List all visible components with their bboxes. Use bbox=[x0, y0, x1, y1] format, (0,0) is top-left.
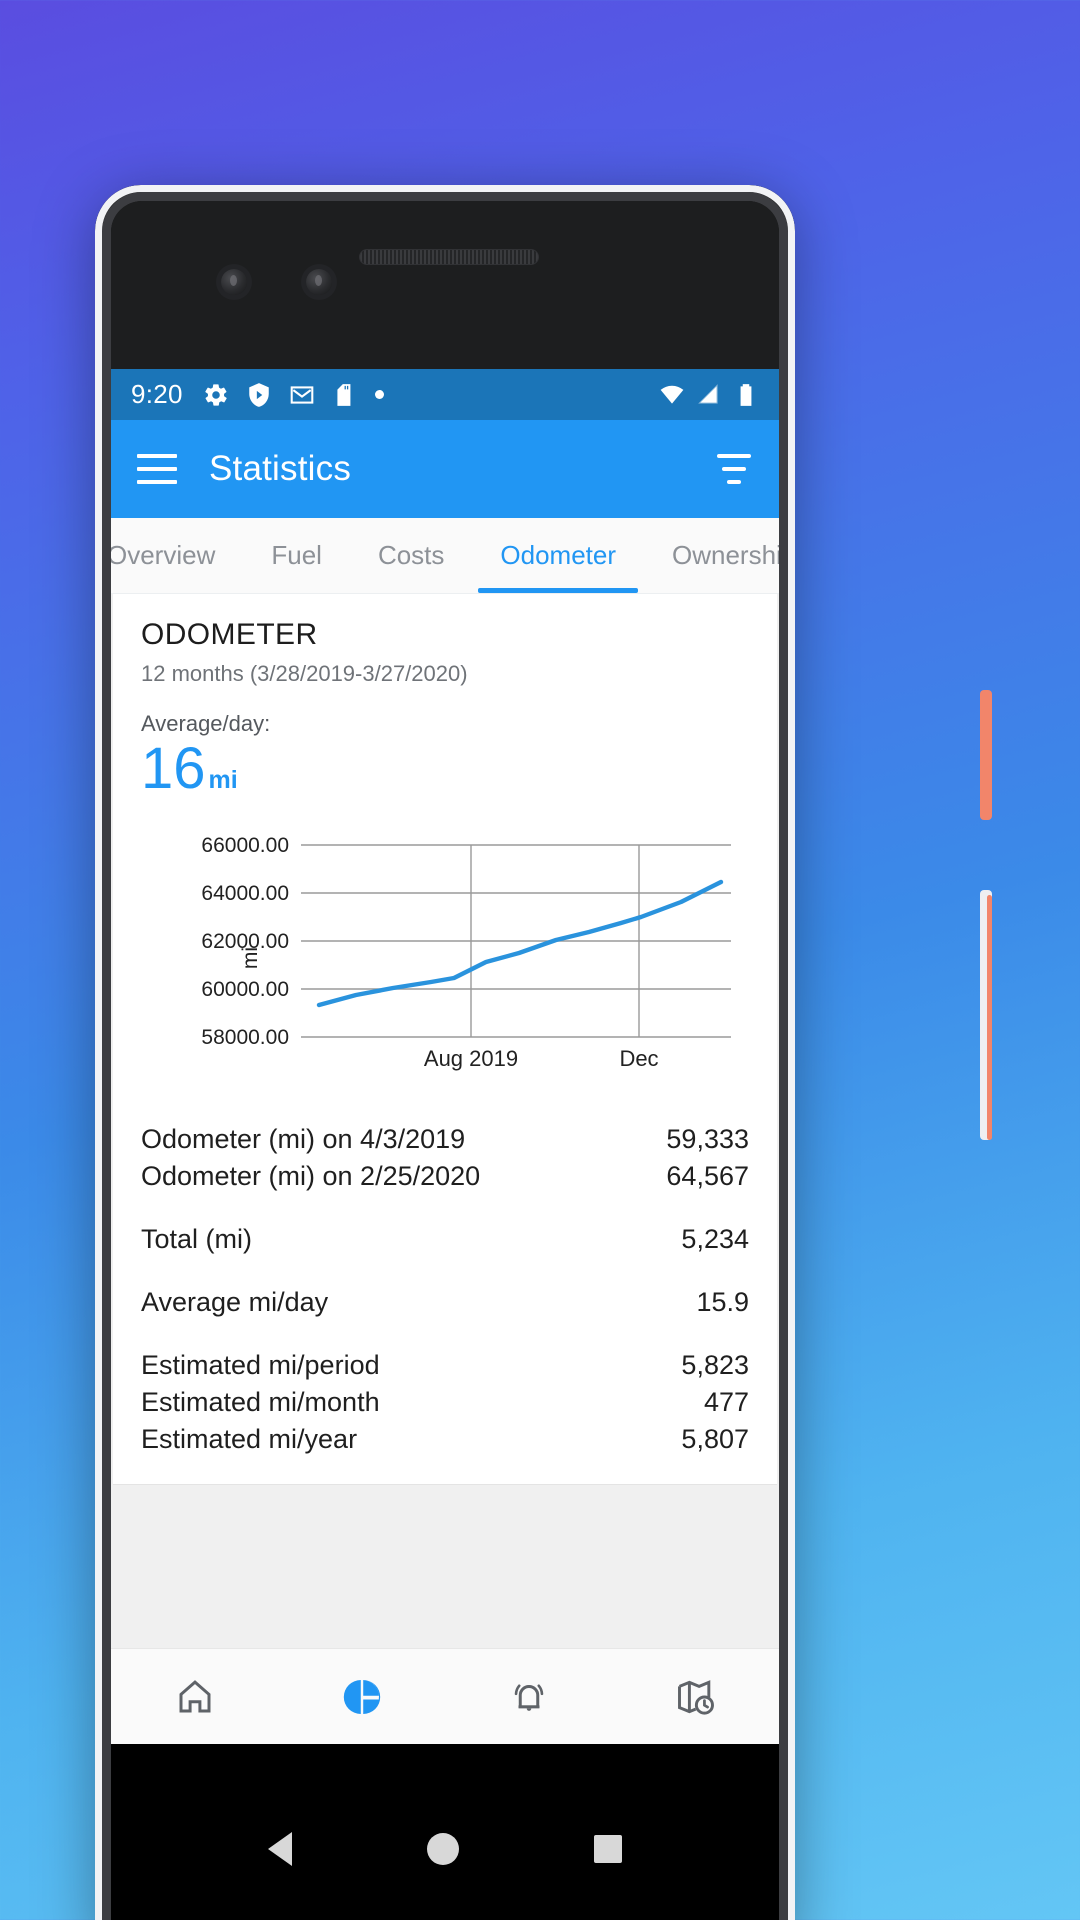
content-spacer bbox=[111, 1484, 779, 1605]
stat-row: Estimated mi/period 5,823 bbox=[141, 1347, 749, 1384]
side-element-orange-bottom bbox=[987, 895, 992, 1140]
front-camera-secondary-icon bbox=[306, 269, 332, 295]
y-tick-58000: 58000.00 bbox=[201, 1026, 289, 1049]
phone-screen: 9:20 Statistics Overview Fuel Costs Odom… bbox=[111, 369, 779, 1744]
stat-value: 64,567 bbox=[666, 1160, 749, 1191]
status-bar-clock: 9:20 bbox=[131, 379, 183, 409]
tab-costs[interactable]: Costs bbox=[350, 518, 472, 593]
tab-label: Odometer bbox=[500, 540, 617, 570]
statistics-pie-icon bbox=[343, 1679, 380, 1714]
stat-row: Average mi/day 15.9 bbox=[141, 1284, 749, 1321]
odometer-card: ODOMETER 12 months (3/28/2019-3/27/2020)… bbox=[113, 594, 777, 1485]
filter-icon[interactable] bbox=[715, 454, 753, 484]
average-per-day-label: Average/day: bbox=[141, 711, 271, 736]
tab-ownership[interactable]: Ownership bbox=[644, 518, 779, 593]
status-bar: 9:20 bbox=[111, 369, 779, 420]
nav-item-home[interactable] bbox=[111, 1676, 278, 1718]
odometer-chart: 66000.00 64000.00 62000.00 60000.00 5800… bbox=[141, 830, 749, 1095]
wifi-icon bbox=[660, 385, 684, 404]
stat-value: 5,823 bbox=[681, 1349, 749, 1380]
odometer-line-chart: 66000.00 64000.00 62000.00 60000.00 5800… bbox=[201, 834, 731, 1071]
stats-group-odometer-readings: Odometer (mi) on 4/3/2019 59,333 Odomete… bbox=[141, 1121, 749, 1195]
gmail-icon bbox=[290, 385, 314, 404]
earpiece-speaker bbox=[359, 249, 539, 265]
stat-value: 477 bbox=[703, 1386, 749, 1417]
bottom-navigation-bar bbox=[111, 1648, 779, 1744]
y-tick-66000: 66000.00 bbox=[201, 834, 289, 857]
y-tick-60000: 60000.00 bbox=[201, 978, 289, 1001]
stat-label: Estimated mi/month bbox=[141, 1386, 380, 1417]
stat-row: Odometer (mi) on 2/25/2020 64,567 bbox=[141, 1158, 749, 1195]
average-per-day-value: 16 bbox=[141, 736, 206, 801]
stat-label: Average mi/day bbox=[141, 1286, 329, 1317]
x-tick-aug-2019: Aug 2019 bbox=[424, 1046, 518, 1071]
hamburger-menu-icon[interactable] bbox=[137, 454, 177, 484]
recents-button[interactable] bbox=[593, 1835, 622, 1863]
tab-bar: Overview Fuel Costs Odometer Ownership bbox=[111, 518, 779, 594]
stats-group-average: Average mi/day 15.9 bbox=[141, 1284, 749, 1321]
stat-label: Total (mi) bbox=[141, 1223, 253, 1254]
stat-row: Total (mi) 5,234 bbox=[141, 1221, 749, 1258]
stat-value: 15.9 bbox=[696, 1286, 749, 1317]
stat-value: 59,333 bbox=[666, 1123, 749, 1154]
content-area: ODOMETER 12 months (3/28/2019-3/27/2020)… bbox=[111, 594, 779, 1744]
nav-item-statistics[interactable] bbox=[278, 1676, 445, 1718]
odometer-series-line bbox=[316, 879, 724, 1008]
home-icon bbox=[179, 1679, 210, 1712]
stat-row: Odometer (mi) on 4/3/2019 59,333 bbox=[141, 1121, 749, 1158]
page-title: Statistics bbox=[209, 449, 352, 488]
battery-icon bbox=[740, 383, 752, 406]
stat-row: Estimated mi/month 477 bbox=[141, 1384, 749, 1421]
stat-row: Estimated mi/year 5,807 bbox=[141, 1421, 749, 1458]
dot-icon bbox=[374, 390, 384, 399]
side-element-orange-top bbox=[980, 690, 992, 820]
gear-icon bbox=[205, 383, 227, 406]
tab-odometer[interactable]: Odometer bbox=[472, 518, 644, 593]
stat-value: 5,234 bbox=[681, 1223, 749, 1254]
phone-mockup: 9:20 Statistics Overview Fuel Costs Odom… bbox=[95, 185, 795, 1920]
front-camera-icon bbox=[221, 269, 247, 295]
stat-value: 5,807 bbox=[681, 1423, 749, 1454]
tab-fuel[interactable]: Fuel bbox=[243, 518, 350, 593]
phone-top-bezel bbox=[111, 201, 779, 369]
card-title: ODOMETER bbox=[141, 618, 318, 651]
tab-label: Fuel bbox=[271, 540, 322, 570]
phone-bezel: 9:20 Statistics Overview Fuel Costs Odom… bbox=[102, 192, 788, 1920]
cell-signal-icon bbox=[698, 383, 718, 404]
x-tick-dec: Dec bbox=[619, 1046, 658, 1071]
app-bar: Statistics bbox=[111, 420, 779, 518]
reminder-bell-icon bbox=[514, 1683, 543, 1711]
trip-map-clock-icon bbox=[677, 1679, 714, 1715]
y-tick-64000: 64000.00 bbox=[201, 882, 289, 905]
nav-item-reminders[interactable] bbox=[445, 1676, 612, 1718]
tab-label: Ownership bbox=[672, 540, 779, 570]
sd-card-icon bbox=[337, 383, 351, 406]
average-per-day-value-row: 16 mi bbox=[141, 736, 749, 801]
play-protect-icon bbox=[249, 382, 269, 407]
stat-label: Odometer (mi) on 2/25/2020 bbox=[141, 1160, 481, 1191]
average-per-day-unit: mi bbox=[208, 766, 238, 794]
tab-label: Costs bbox=[377, 540, 445, 570]
stat-label: Estimated mi/period bbox=[141, 1349, 380, 1380]
card-subtitle: 12 months (3/28/2019-3/27/2020) bbox=[141, 661, 468, 686]
tab-overview[interactable]: Overview bbox=[111, 518, 243, 593]
android-system-nav bbox=[111, 1744, 779, 1920]
stat-label: Estimated mi/year bbox=[141, 1423, 358, 1454]
stats-group-total: Total (mi) 5,234 bbox=[141, 1221, 749, 1258]
stat-label: Odometer (mi) on 4/3/2019 bbox=[141, 1123, 466, 1154]
y-axis-title: mi bbox=[239, 947, 262, 969]
nav-item-trips[interactable] bbox=[612, 1675, 779, 1719]
stats-group-estimates: Estimated mi/period 5,823 Estimated mi/m… bbox=[141, 1347, 749, 1458]
tab-label: Overview bbox=[111, 540, 216, 570]
home-button[interactable] bbox=[426, 1833, 459, 1865]
back-button[interactable] bbox=[268, 1832, 293, 1866]
